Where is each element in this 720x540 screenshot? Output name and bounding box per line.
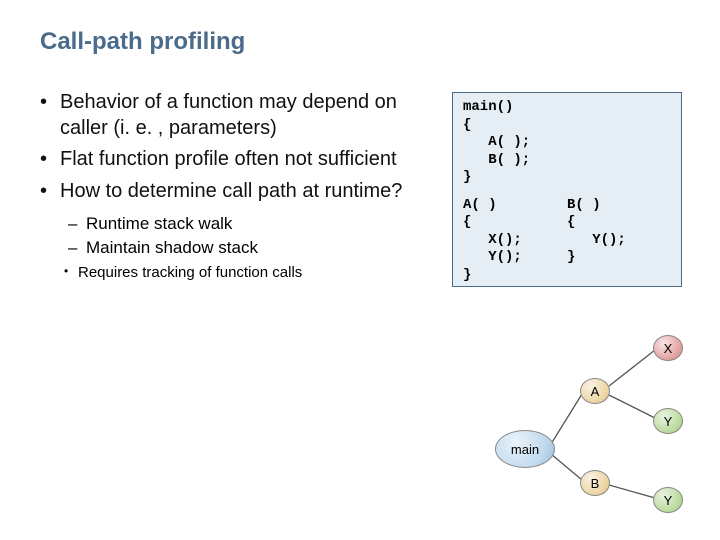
node-a: A (580, 378, 610, 404)
node-y2: Y (653, 487, 683, 513)
subsub-bullet-item: Requires tracking of function calls (64, 264, 420, 281)
node-y1: Y (653, 408, 683, 434)
bullet-item: Behavior of a function may depend on cal… (40, 90, 420, 141)
content-column: Behavior of a function may depend on cal… (40, 90, 420, 281)
bullet-list: Behavior of a function may depend on cal… (40, 90, 420, 204)
bullet-item: How to determine call path at runtime? (40, 179, 420, 205)
code-box: main() { A( ); B( ); } A( ) { X(); Y(); … (452, 92, 682, 287)
code-main: main() { A( ); B( ); } (463, 99, 671, 187)
node-main: main (495, 430, 555, 468)
node-x: X (653, 335, 683, 361)
code-a: A( ) { X(); Y(); } (463, 197, 567, 285)
sub-bullet-item: Maintain shadow stack (68, 238, 420, 258)
node-b: B (580, 470, 610, 496)
sub-bullet-item: Runtime stack walk (68, 214, 420, 234)
bullet-item: Flat function profile often not sufficie… (40, 147, 420, 173)
code-b: B( ) { Y(); } (567, 197, 671, 285)
slide-title: Call-path profiling (40, 28, 245, 56)
subsub-bullet-list: Requires tracking of function calls (40, 264, 420, 281)
sub-bullet-list: Runtime stack walk Maintain shadow stack (40, 214, 420, 258)
